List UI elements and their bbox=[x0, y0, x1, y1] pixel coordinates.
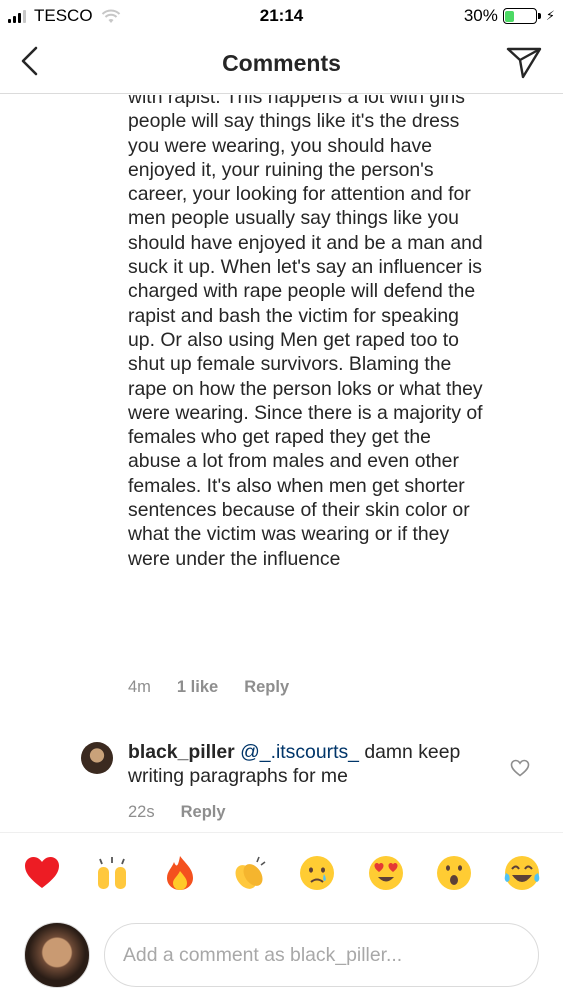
comment-time: 22s bbox=[128, 803, 155, 821]
surprised-face-emoji-icon[interactable] bbox=[434, 853, 474, 893]
tears-of-joy-face-emoji-icon[interactable] bbox=[502, 853, 542, 893]
clapping-hands-emoji-icon[interactable] bbox=[229, 853, 269, 893]
comments-list[interactable]: with rapist. This happens a lot with gir… bbox=[0, 95, 563, 833]
nav-bar: Comments bbox=[0, 32, 563, 94]
comment-meta: 22s Reply bbox=[128, 803, 252, 822]
heart-eyes-face-emoji-icon[interactable] bbox=[366, 853, 406, 893]
battery-icon bbox=[502, 8, 541, 24]
like-heart-icon[interactable] bbox=[510, 759, 530, 777]
comment-time: 4m bbox=[128, 678, 151, 696]
paper-plane-icon[interactable] bbox=[505, 44, 543, 80]
status-bar: TESCO 21:14 30% ⚡ bbox=[0, 0, 563, 32]
comment-text: black_piller @_.itscourts_ damn keep wri… bbox=[128, 740, 488, 789]
raising-hands-emoji-icon[interactable] bbox=[92, 853, 132, 893]
reply-button[interactable]: Reply bbox=[244, 678, 289, 697]
avatar[interactable] bbox=[81, 742, 113, 774]
comment-text: with rapist. This happens a lot with gir… bbox=[128, 95, 483, 570]
likes-count-button[interactable]: 1 like bbox=[177, 678, 218, 697]
page-title: Comments bbox=[222, 50, 341, 76]
status-right: 30% ⚡ bbox=[464, 6, 555, 26]
comment-meta: 4m 1 like Reply bbox=[128, 678, 315, 697]
comment-input[interactable]: Add a comment as black_piller... bbox=[104, 923, 539, 987]
fire-emoji-icon[interactable] bbox=[160, 853, 200, 893]
charging-bolt-icon: ⚡ bbox=[545, 8, 555, 23]
crying-face-emoji-icon[interactable] bbox=[297, 853, 337, 893]
battery-fill bbox=[505, 10, 515, 22]
reply-button[interactable]: Reply bbox=[181, 803, 226, 822]
user-avatar[interactable] bbox=[24, 922, 90, 988]
emoji-bar bbox=[22, 853, 547, 899]
comment-mention[interactable]: @_.itscourts_ bbox=[240, 741, 359, 763]
comment-username[interactable]: black_piller bbox=[128, 741, 235, 763]
battery-percent: 30% bbox=[463, 6, 498, 25]
heart-emoji-icon[interactable] bbox=[22, 853, 62, 893]
